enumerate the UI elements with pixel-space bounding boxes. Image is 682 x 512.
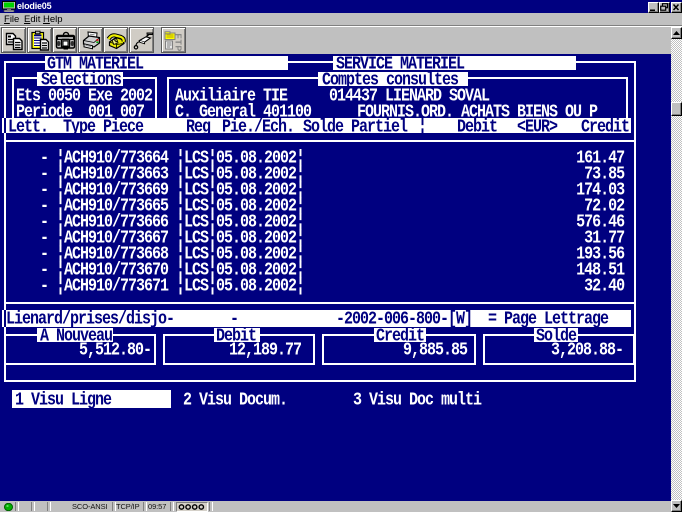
svg-text:F: F	[174, 34, 184, 39]
svg-text:P: P	[174, 46, 184, 52]
